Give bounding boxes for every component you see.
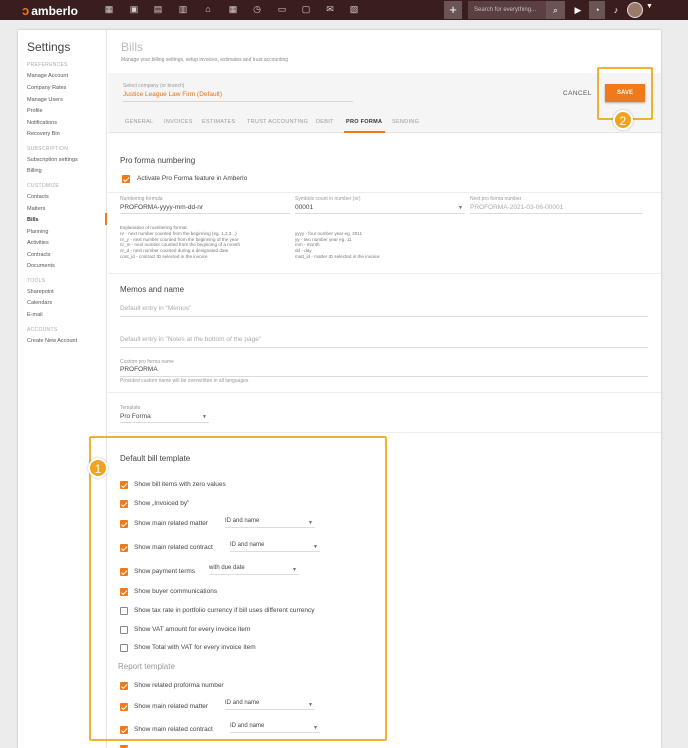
sidebar-item-billing[interactable]: Billing <box>27 168 42 174</box>
symbols-underline <box>295 213 465 214</box>
sidebar-item-create-new-account[interactable]: Create New Account <box>27 338 77 344</box>
sidebar-item-manage-users[interactable]: Manage Users <box>27 97 63 103</box>
divider <box>108 273 661 274</box>
divider <box>108 192 661 193</box>
cancel-button[interactable]: CANCEL <box>563 90 592 97</box>
sidebar-item-bills[interactable]: Bills <box>27 217 39 223</box>
company-select[interactable]: Justice League Law Firm (Default) <box>123 91 222 98</box>
logo-mark-icon: ↄ <box>22 3 30 18</box>
settings-tabs: GENERAL INVOICES ESTIMATES TRUST ACCOUNT… <box>108 113 661 133</box>
notifications-bell-icon[interactable]: ♪ <box>608 1 624 19</box>
sidebar-item-company-rates[interactable]: Company Rates <box>27 85 66 91</box>
tab-sending[interactable]: SENDING <box>392 119 419 125</box>
divider <box>108 432 661 433</box>
sidebar-item-subscription-settings[interactable]: Subscription settings <box>27 157 78 163</box>
company-bar: Select company (or branch) Justice Leagu… <box>108 73 661 113</box>
numbering-explanation-right: yyyy - four number year eg. 2011 yy - tw… <box>295 230 380 259</box>
sidebar-item-documents[interactable]: Documents <box>27 263 55 269</box>
contacts-icon[interactable]: ▣ <box>129 4 139 15</box>
timer-icon[interactable]: ◔ <box>589 1 605 19</box>
next-number-underline <box>470 213 643 214</box>
sidebar-section-customize: CUSTOMIZE <box>27 183 60 189</box>
active-tab-indicator <box>344 131 385 133</box>
memos-underline <box>120 316 648 317</box>
numbering-formula-label: Numbering formula <box>120 196 163 202</box>
files-icon[interactable]: ▢ <box>301 4 311 15</box>
mail-icon[interactable]: ✉ <box>325 4 335 15</box>
chevron-down-icon[interactable]: ▼ <box>202 414 207 420</box>
sidebar-item-calendars[interactable]: Calendars <box>27 300 52 306</box>
folder-icon[interactable]: ▭ <box>277 4 287 15</box>
next-number-label: Next pro forma number <box>470 196 522 202</box>
bank-icon[interactable]: ⌂ <box>203 4 213 15</box>
custom-name-label: Custom pro forma name <box>120 359 174 365</box>
numbering-section-title: Pro forma numbering <box>120 156 196 165</box>
tab-pro-forma[interactable]: PRO FORMA <box>346 119 382 125</box>
numbering-explanation-left: Explanation of numbering format: nr - ne… <box>120 225 241 259</box>
company-select-label: Select company (or branch) <box>123 83 185 89</box>
sidebar-item-manage-account[interactable]: Manage Account <box>27 73 68 79</box>
notes-underline <box>120 347 648 348</box>
notes-input[interactable]: Default entry in "Notes at the bottom of… <box>120 336 261 343</box>
template-underline <box>120 422 209 423</box>
sidebar-item-sharepoint[interactable]: Sharepoint <box>27 289 54 295</box>
company-select-underline <box>123 101 353 102</box>
amberlo-logo[interactable]: ↄ amberlo <box>22 3 78 18</box>
time-icon[interactable]: ◷ <box>252 4 262 15</box>
symbols-count-label: Symbols count in number (nr) <box>295 196 361 202</box>
tab-debit[interactable]: DEBIT <box>316 119 334 125</box>
formula-underline <box>120 213 290 214</box>
sidebar-section-tools: TOOLS <box>27 278 46 284</box>
numbering-formula-input[interactable]: PROFORMA-yyyy-mm-dd-nr <box>120 204 203 211</box>
sidebar-section-accounts: ACCOUNTS <box>27 327 58 333</box>
chevron-down-icon[interactable]: ▼ <box>646 3 653 10</box>
sidebar-item-matters[interactable]: Matters <box>27 206 45 212</box>
template-select[interactable]: Pro Forma <box>120 413 151 420</box>
sidebar-item-profile[interactable]: Profile <box>27 108 43 114</box>
search-icon[interactable]: ⌕ <box>546 1 565 19</box>
sidebar-item-contacts[interactable]: Contacts <box>27 194 49 200</box>
sidebar-item-planning[interactable]: Planning <box>27 229 48 235</box>
page-title: Bills <box>121 40 144 54</box>
activate-pro-forma-checkbox[interactable] <box>122 175 130 183</box>
sidebar-section-subscription: SUBSCRIPTION <box>27 146 69 152</box>
add-button[interactable]: + <box>444 1 462 19</box>
symbols-count-select[interactable]: 00001 <box>295 204 313 211</box>
custom-name-underline <box>120 376 648 377</box>
matters-icon[interactable]: ▤ <box>153 4 163 15</box>
page-subtitle: Manage your billing settings, setup invo… <box>121 57 289 63</box>
next-number-value: PROFORMA-2021-03-06-00001 <box>470 204 564 211</box>
sidebar-item-contracts[interactable]: Contracts <box>27 252 51 258</box>
page-header: Bills Manage your billing settings, setu… <box>108 30 661 73</box>
callout-badge-1: 1 <box>88 458 108 478</box>
divider <box>108 392 661 393</box>
sidebar-title: Settings <box>27 40 71 54</box>
tab-estimates[interactable]: ESTIMATES <box>202 119 235 125</box>
user-avatar[interactable] <box>627 2 643 18</box>
custom-name-hint: Provided custom name will be overwritten… <box>120 378 249 384</box>
play-icon[interactable]: ▶ <box>570 1 586 19</box>
top-bar: ↄ amberlo ▦ ▣ ▤ ▥ ⌂ ▦ ◷ ▭ ▢ ✉ ▧ + Search … <box>0 0 688 20</box>
callout-badge-2: 2 <box>613 110 633 130</box>
documents-icon[interactable]: ▥ <box>178 4 188 15</box>
activate-pro-forma-label: Activate Pro Forma feature in Amberlo <box>137 175 248 182</box>
template-label: Template <box>120 405 141 411</box>
chevron-down-icon[interactable]: ▼ <box>458 205 463 211</box>
reports-icon[interactable]: ▧ <box>349 4 359 15</box>
tab-invoices[interactable]: INVOICES <box>164 119 193 125</box>
tab-general[interactable]: GENERAL <box>125 119 153 125</box>
active-item-indicator <box>105 213 107 225</box>
sidebar-section-preferences: PREFERENCES <box>27 62 68 68</box>
tab-trust-accounting[interactable]: TRUST ACCOUNTING <box>247 119 308 125</box>
sidebar-item-activities[interactable]: Activities <box>27 240 49 246</box>
highlight-box-bill-template <box>89 436 387 741</box>
dashboard-icon[interactable]: ▦ <box>104 4 114 15</box>
memos-input[interactable]: Default entry in "Memos" <box>120 305 191 312</box>
memos-section-title: Memos and name <box>120 285 185 294</box>
sidebar-item-email[interactable]: E-mail <box>27 312 43 318</box>
calendar-icon[interactable]: ▦ <box>228 4 238 15</box>
sidebar-item-notifications[interactable]: Notifications <box>27 120 57 126</box>
sidebar-item-recovery-bin[interactable]: Recovery Bin <box>27 131 60 137</box>
custom-name-input[interactable]: PROFORMA <box>120 366 158 373</box>
